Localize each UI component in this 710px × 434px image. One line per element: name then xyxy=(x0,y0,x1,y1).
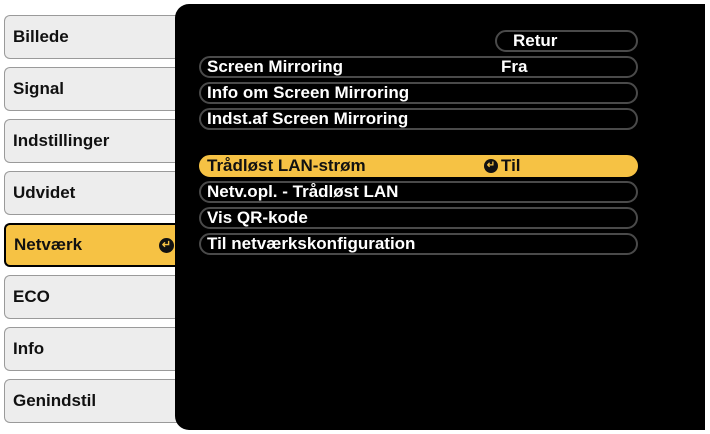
menu-item-value-text: Til xyxy=(501,156,521,175)
menu-item-label: Info om Screen Mirroring xyxy=(207,83,410,102)
sidebar-item-udvidet[interactable]: Udvidet xyxy=(4,171,180,215)
sidebar-item-label: Billede xyxy=(13,27,69,46)
sidebar-item-billede[interactable]: Billede xyxy=(4,15,180,59)
sidebar-item-info[interactable]: Info xyxy=(4,327,180,371)
return-label: Retur xyxy=(513,31,558,50)
menu-item-info-screen-mirroring[interactable]: Info om Screen Mirroring xyxy=(199,82,638,104)
sidebar-item-label: Udvidet xyxy=(13,183,76,202)
sidebar-item-netvaerk[interactable]: Netværk ↵ xyxy=(4,223,180,267)
return-button[interactable]: Retur xyxy=(495,30,638,52)
sidebar-item-label: Netværk xyxy=(14,235,83,254)
menu-item-label: Indst.af Screen Mirroring xyxy=(207,109,409,128)
sidebar-item-label: ECO xyxy=(13,287,50,306)
enter-icon: ↵ xyxy=(159,238,174,253)
sidebar-item-label: Info xyxy=(13,339,45,358)
menu-item-label: Trådløst LAN-strøm xyxy=(207,156,366,175)
menu-sidebar: Billede Signal Indstillinger Udvidet Net… xyxy=(0,0,180,434)
sidebar-item-eco[interactable]: ECO xyxy=(4,275,180,319)
sidebar-item-indstillinger[interactable]: Indstillinger xyxy=(4,119,180,163)
menu-item-label: Netv.opl. - Trådløst LAN xyxy=(207,182,399,201)
enter-icon: ↵ xyxy=(484,159,498,173)
menu-item-label: Til netværkskonfiguration xyxy=(207,234,416,253)
sidebar-item-signal[interactable]: Signal xyxy=(4,67,180,111)
settings-panel: Retur Screen Mirroring Fra Info om Scree… xyxy=(175,4,705,430)
menu-item-til-netvaerkskonfiguration[interactable]: Til netværkskonfiguration xyxy=(199,233,638,255)
menu-item-value: Fra xyxy=(501,57,528,76)
menu-item-netv-opl-traadloest-lan[interactable]: Netv.opl. - Trådløst LAN xyxy=(199,181,638,203)
menu-item-screen-mirroring[interactable]: Screen Mirroring Fra xyxy=(199,56,638,78)
menu-item-traadloest-lan-stroem[interactable]: Trådløst LAN-strøm ↵ Til xyxy=(199,155,638,177)
menu-item-value: ↵ Til xyxy=(484,157,521,175)
menu-item-label: Vis QR-kode xyxy=(207,208,308,227)
sidebar-item-label: Genindstil xyxy=(13,391,97,410)
menu-item-vis-qr-kode[interactable]: Vis QR-kode xyxy=(199,207,638,229)
menu-item-label: Screen Mirroring xyxy=(207,57,344,76)
sidebar-item-label: Signal xyxy=(13,79,65,98)
menu-item-indst-screen-mirroring[interactable]: Indst.af Screen Mirroring xyxy=(199,108,638,130)
sidebar-item-label: Indstillinger xyxy=(13,131,110,150)
sidebar-item-genindstil[interactable]: Genindstil xyxy=(4,379,180,423)
